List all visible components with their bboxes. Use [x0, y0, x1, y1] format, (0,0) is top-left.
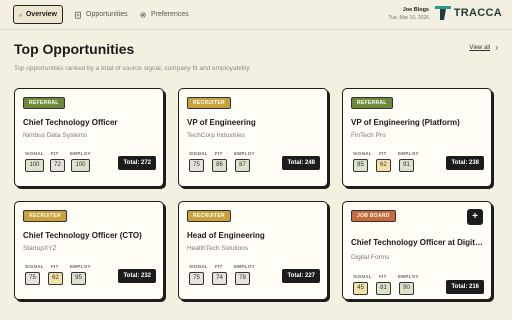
opportunity-card[interactable]: RECRUITER Chief Technology Officer (CTO)…: [14, 201, 164, 300]
add-button[interactable]: +: [467, 209, 483, 225]
total-score: Total: 248: [282, 156, 320, 170]
source-badge: REFERRAL: [351, 97, 393, 109]
fit-score: 62: [48, 272, 63, 285]
current-date: Tue, Mar 10, 2026: [388, 15, 429, 21]
source-badge: RECRUITER: [23, 210, 67, 222]
tracca-logo-icon: [434, 6, 451, 20]
opportunity-card[interactable]: REFERRAL Chief Technology Officer Nimbus…: [14, 88, 164, 187]
job-title[interactable]: VP of Engineering (Platform): [351, 118, 483, 127]
employ-label: EMPLOY: [398, 151, 419, 156]
fit-label: FIT: [379, 274, 387, 279]
signal-score: 45: [353, 282, 368, 295]
fit-label: FIT: [51, 151, 59, 156]
source-badge: REFERRAL: [23, 97, 65, 109]
total-score: Total: 272: [118, 156, 156, 170]
fit-score: 86: [212, 159, 227, 172]
source-badge: JOB BOARD: [351, 210, 396, 222]
company-name: StartupXYZ: [23, 245, 57, 252]
signal-label: SIGNAL: [25, 264, 44, 269]
job-title[interactable]: VP of Engineering: [187, 118, 319, 127]
nav-preferences-label: Preferences: [151, 11, 189, 18]
nav-overview-label: Overview: [25, 11, 57, 18]
job-title[interactable]: Chief Technology Officer: [23, 118, 155, 127]
company-name: Nimbus Data Systems: [23, 132, 88, 139]
view-all-link[interactable]: View all: [469, 45, 490, 51]
nav-preferences[interactable]: Preferences: [134, 5, 194, 24]
total-score: Total: 238: [446, 156, 484, 170]
fit-label: FIT: [51, 264, 59, 269]
job-title[interactable]: Head of Engineering: [187, 231, 319, 240]
fit-label: FIT: [379, 151, 387, 156]
employ-score: 90: [399, 282, 414, 295]
fit-score: 74: [212, 272, 227, 285]
page-title: Top Opportunities: [14, 41, 135, 57]
signal-label: SIGNAL: [189, 264, 208, 269]
opportunity-card[interactable]: RECRUITER VP of Engineering TechCorp Ind…: [178, 88, 328, 187]
company-name: TechCorp Industries: [187, 132, 245, 139]
signal-score: 85: [353, 159, 368, 172]
home-icon: [19, 13, 22, 16]
job-title[interactable]: Chief Technology Officer at Digital ...: [351, 238, 483, 247]
employ-score: 91: [399, 159, 414, 172]
signal-label: SIGNAL: [353, 274, 372, 279]
top-navigation: Overview Opportunities Preferences Joe B…: [0, 0, 512, 30]
user-name[interactable]: Joe Blogs: [403, 7, 429, 13]
brand-name: TRACCA: [453, 7, 502, 19]
nav-opportunities[interactable]: Opportunities: [69, 5, 133, 24]
employ-label: EMPLOY: [234, 151, 255, 156]
tracca-logo[interactable]: TRACCA: [434, 6, 502, 20]
nav-opportunities-label: Opportunities: [86, 11, 128, 18]
fit-label: FIT: [215, 264, 223, 269]
gear-icon: [140, 11, 146, 18]
employ-score: 100: [71, 159, 90, 172]
company-name: HealthTech Solutions: [187, 245, 249, 252]
employ-score: 78: [235, 272, 250, 285]
signal-score: 75: [189, 272, 204, 285]
signal-score: 75: [25, 272, 40, 285]
total-score: Total: 232: [118, 269, 156, 283]
company-name: Digital Forms: [351, 254, 390, 261]
employ-score: 87: [235, 159, 250, 172]
signal-label: SIGNAL: [353, 151, 372, 156]
fit-label: FIT: [215, 151, 223, 156]
employ-label: EMPLOY: [70, 264, 91, 269]
employ-label: EMPLOY: [234, 264, 255, 269]
fit-score: 72: [50, 159, 65, 172]
opportunity-card[interactable]: RECRUITER Head of Engineering HealthTech…: [178, 201, 328, 300]
signal-label: SIGNAL: [189, 151, 208, 156]
nav-overview[interactable]: Overview: [13, 5, 63, 24]
opportunity-card[interactable]: JOB BOARD + Chief Technology Officer at …: [342, 201, 492, 300]
total-score: Total: 216: [446, 280, 484, 294]
page-subtitle: Top opportunities ranked by a total of s…: [14, 65, 250, 72]
employ-score: 95: [71, 272, 86, 285]
signal-score: 100: [25, 159, 44, 172]
employ-label: EMPLOY: [398, 274, 419, 279]
job-title[interactable]: Chief Technology Officer (CTO): [23, 231, 155, 240]
signal-label: SIGNAL: [25, 151, 44, 156]
employ-label: EMPLOY: [70, 151, 91, 156]
company-name: FinTech Pro: [351, 132, 386, 139]
chevron-right-icon[interactable]: ›: [495, 43, 498, 52]
source-badge: RECRUITER: [187, 97, 231, 109]
clipboard-icon: [75, 11, 81, 19]
total-score: Total: 227: [282, 269, 320, 283]
fit-score: 81: [376, 282, 391, 295]
opportunity-card[interactable]: REFERRAL VP of Engineering (Platform) Fi…: [342, 88, 492, 187]
source-badge: RECRUITER: [187, 210, 231, 222]
fit-score: 62: [376, 159, 391, 172]
signal-score: 75: [189, 159, 204, 172]
